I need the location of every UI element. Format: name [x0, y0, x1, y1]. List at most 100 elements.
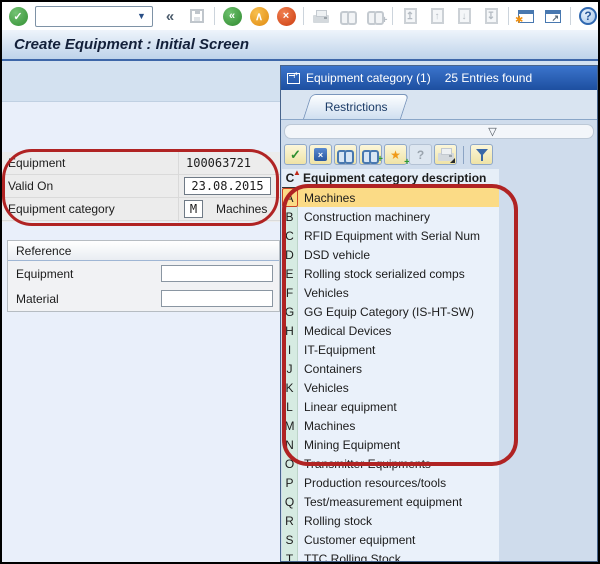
- category-code[interactable]: D: [282, 245, 298, 264]
- reference-material-field[interactable]: [161, 290, 273, 307]
- list-item[interactable]: FVehicles: [282, 283, 499, 302]
- back-icon[interactable]: «: [222, 6, 242, 26]
- category-description[interactable]: RFID Equipment with Serial Num: [298, 226, 499, 245]
- category-code[interactable]: O: [282, 454, 298, 473]
- category-code[interactable]: B: [282, 207, 298, 226]
- command-field[interactable]: ▼: [35, 6, 153, 27]
- list-item[interactable]: SCustomer equipment: [282, 530, 499, 549]
- category-description[interactable]: Mining Equipment: [298, 435, 499, 454]
- filter-icon[interactable]: [470, 144, 493, 165]
- category-description[interactable]: Medical Devices: [298, 321, 499, 340]
- category-description[interactable]: IT-Equipment: [298, 340, 499, 359]
- list-item[interactable]: BConstruction machinery: [282, 207, 499, 226]
- category-code[interactable]: T: [282, 549, 298, 562]
- list-item[interactable]: LLinear equipment: [282, 397, 499, 416]
- last-page-icon[interactable]: ↧: [481, 6, 501, 26]
- previous-page-icon[interactable]: ↑: [427, 6, 447, 26]
- find-icon[interactable]: [334, 144, 357, 165]
- category-description[interactable]: Production resources/tools: [298, 473, 499, 492]
- find-icon[interactable]: [338, 6, 358, 26]
- new-session-icon[interactable]: [516, 6, 536, 26]
- category-description[interactable]: DSD vehicle: [298, 245, 499, 264]
- category-description[interactable]: Machines: [298, 188, 499, 207]
- create-shortcut-icon[interactable]: [543, 6, 563, 26]
- category-code[interactable]: H: [282, 321, 298, 340]
- list-item[interactable]: TTTC Rolling Stock: [282, 549, 499, 562]
- print-icon[interactable]: [434, 144, 457, 165]
- category-code[interactable]: P: [282, 473, 298, 492]
- list-item[interactable]: KVehicles: [282, 378, 499, 397]
- category-description[interactable]: Rolling stock: [298, 511, 499, 530]
- list-item[interactable]: DDSD vehicle: [282, 245, 499, 264]
- first-page-icon[interactable]: ↥: [400, 6, 420, 26]
- collapse-chevrons-icon[interactable]: «: [160, 6, 180, 26]
- category-code[interactable]: L: [282, 397, 298, 416]
- category-code[interactable]: K: [282, 378, 298, 397]
- list-item[interactable]: OTransmitter Equipments: [282, 454, 499, 473]
- reference-equipment-field[interactable]: [161, 265, 273, 282]
- category-description[interactable]: Customer equipment: [298, 530, 499, 549]
- category-description[interactable]: Containers: [298, 359, 499, 378]
- restrictions-collapse-bar[interactable]: ▽: [284, 124, 594, 139]
- enter-icon[interactable]: ✓: [8, 6, 28, 26]
- find-next-icon[interactable]: +: [359, 144, 382, 165]
- category-description[interactable]: Test/measurement equipment: [298, 492, 499, 511]
- next-page-icon[interactable]: ↓: [454, 6, 474, 26]
- list-item[interactable]: CRFID Equipment with Serial Num: [282, 226, 499, 245]
- list-item[interactable]: AMachines: [282, 188, 499, 207]
- category-code[interactable]: F: [282, 283, 298, 302]
- category-code[interactable]: E: [282, 264, 298, 283]
- equipment-category-field[interactable]: M: [184, 200, 203, 218]
- column-header-description[interactable]: Equipment category description: [298, 171, 486, 185]
- category-code[interactable]: J: [282, 359, 298, 378]
- collapse-triangle-icon[interactable]: ▽: [488, 125, 496, 138]
- category-code[interactable]: C: [282, 226, 298, 245]
- exit-icon[interactable]: ∧: [249, 6, 269, 26]
- list-item[interactable]: RRolling stock: [282, 511, 499, 530]
- tab-restrictions[interactable]: Restrictions: [303, 94, 409, 119]
- cancel-icon[interactable]: ×: [276, 6, 296, 26]
- cancel-icon[interactable]: ×: [309, 144, 332, 165]
- category-description[interactable]: Rolling stock serialized comps: [298, 264, 499, 283]
- category-description[interactable]: Linear equipment: [298, 397, 499, 416]
- list-item[interactable]: ERolling stock serialized comps: [282, 264, 499, 283]
- category-code[interactable]: R: [282, 511, 298, 530]
- category-code[interactable]: M: [282, 416, 298, 435]
- toolbar-separator: [392, 7, 393, 25]
- save-icon[interactable]: [187, 6, 207, 26]
- category-description[interactable]: Transmitter Equipments: [298, 454, 499, 473]
- valid-on-field[interactable]: 23.08.2015: [184, 177, 271, 195]
- category-code[interactable]: Q: [282, 492, 298, 511]
- window-glyph: [518, 10, 534, 23]
- category-description[interactable]: Construction machinery: [298, 207, 499, 226]
- list-item[interactable]: NMining Equipment: [282, 435, 499, 454]
- list-item[interactable]: HMedical Devices: [282, 321, 499, 340]
- category-description[interactable]: Machines: [298, 416, 499, 435]
- list-item[interactable]: GGG Equip Category (IS-HT-SW): [282, 302, 499, 321]
- find-next-icon[interactable]: +: [365, 6, 385, 26]
- equipment-value-field[interactable]: 100063721: [186, 156, 251, 170]
- help-icon[interactable]: ?: [578, 6, 598, 26]
- category-description[interactable]: GG Equip Category (IS-HT-SW): [298, 302, 499, 321]
- list-item[interactable]: MMachines: [282, 416, 499, 435]
- category-description[interactable]: Vehicles: [298, 378, 499, 397]
- category-code[interactable]: A: [282, 188, 298, 207]
- ok-icon[interactable]: ✓: [284, 144, 307, 165]
- list-item[interactable]: PProduction resources/tools: [282, 473, 499, 492]
- list-item[interactable]: IIT-Equipment: [282, 340, 499, 359]
- category-code[interactable]: N: [282, 435, 298, 454]
- column-header-category[interactable]: C▲: [282, 171, 298, 185]
- category-description[interactable]: TTC Rolling Stock: [298, 549, 499, 562]
- category-code[interactable]: I: [282, 340, 298, 359]
- category-code[interactable]: S: [282, 530, 298, 549]
- add-to-personal-list-icon[interactable]: ★+: [384, 144, 407, 165]
- category-description[interactable]: Vehicles: [298, 283, 499, 302]
- category-code[interactable]: G: [282, 302, 298, 321]
- list-item[interactable]: JContainers: [282, 359, 499, 378]
- personal-list-icon[interactable]: ?: [409, 144, 432, 165]
- exit-glyph: ∧: [250, 7, 269, 26]
- command-input[interactable]: [39, 8, 135, 25]
- print-icon[interactable]: [311, 6, 331, 26]
- list-item[interactable]: QTest/measurement equipment: [282, 492, 499, 511]
- chevron-down-icon[interactable]: ▼: [137, 11, 146, 21]
